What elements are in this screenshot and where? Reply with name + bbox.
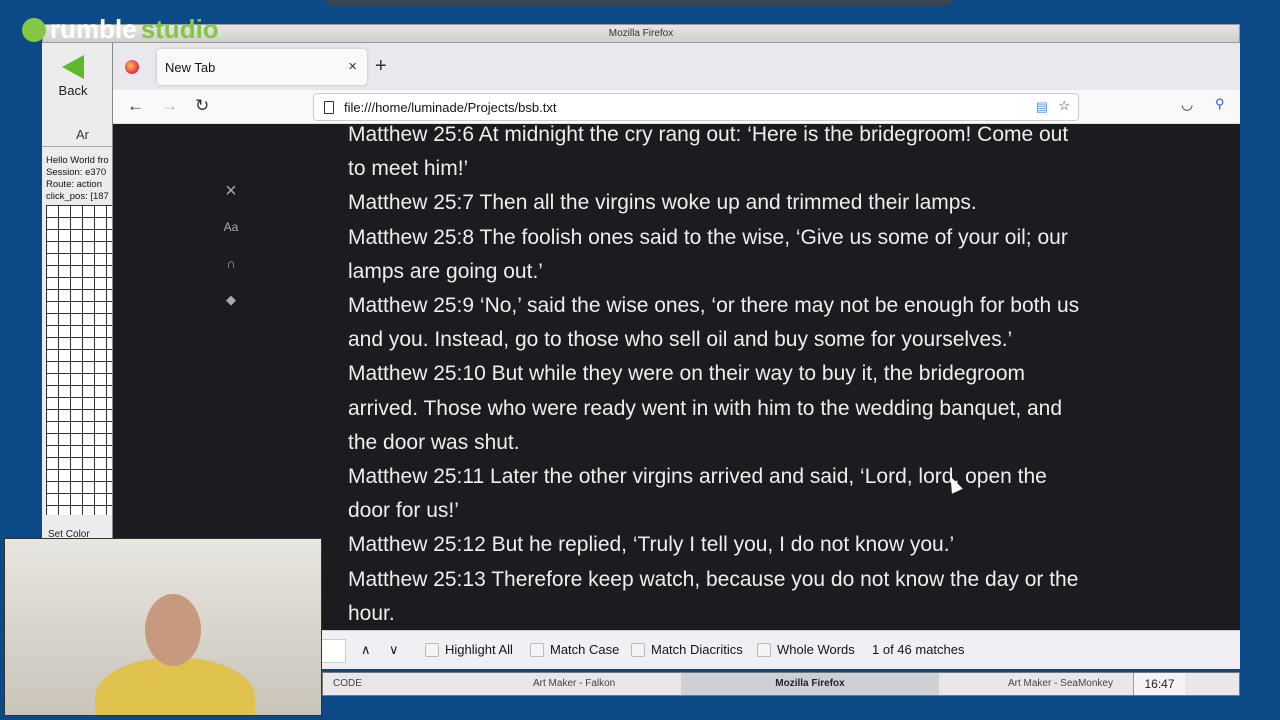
bookmark-star-icon[interactable]: ☆	[1058, 98, 1070, 114]
headphones-icon[interactable]: ∩	[221, 256, 241, 271]
new-tab-button[interactable]: +	[375, 55, 387, 78]
forward-icon[interactable]: →	[161, 96, 178, 116]
webcam-overlay	[4, 538, 322, 716]
reader-view-icon[interactable]: ▤	[1036, 99, 1048, 115]
verse: Matthew 25:12 But he replied, ‘Truly I t…	[348, 533, 955, 557]
page-icon	[324, 101, 334, 114]
verse: Matthew 25:6 At midnight the cry rang ou…	[348, 124, 1069, 181]
pixel-grid[interactable]	[46, 205, 112, 515]
window-titlebar: Mozilla Firefox	[42, 24, 1240, 43]
highlight-all-checkbox[interactable]: Highlight All	[425, 642, 513, 657]
document-text: Matthew 25:6 At midnight the cry rang ou…	[348, 124, 1088, 630]
verse: Matthew 25:9 ‘No,’ said the wise ones, ‘…	[348, 294, 1080, 352]
rumble-studio-logo: rumble studio	[22, 14, 219, 45]
seamonkey-window: Back Ar Hello World fro Session: e370 Ro…	[42, 43, 113, 540]
pocket-save-icon[interactable]: ◆	[221, 292, 241, 308]
match-diacritics-checkbox[interactable]: Match Diacritics	[631, 642, 743, 657]
whole-words-checkbox[interactable]: Whole Words	[757, 642, 855, 657]
match-count: 1 of 46 matches	[872, 642, 965, 657]
url-bar[interactable]: file:///home/luminade/Projects/bsb.txt ▤…	[313, 93, 1079, 121]
tab-bar: New Tab × +	[113, 43, 1240, 90]
reload-icon[interactable]: ↻	[195, 96, 209, 116]
firefox-icon[interactable]	[125, 60, 139, 74]
close-tab-icon[interactable]: ×	[348, 58, 357, 75]
nav-bar: ← → ↻ file:///home/luminade/Projects/bsb…	[113, 90, 1240, 124]
verse: Matthew 25:7 Then all the virgins woke u…	[348, 191, 977, 215]
pocket-icon[interactable]: ◡	[1181, 96, 1193, 113]
type-controls-icon[interactable]: Aa	[221, 220, 241, 234]
verse: Matthew 25:11 Later the other virgins ar…	[348, 465, 1047, 523]
clock: 16:47	[1133, 673, 1185, 695]
taskbar-item-falkon[interactable]: Art Maker - Falkon	[453, 673, 683, 695]
find-input[interactable]	[322, 639, 346, 663]
search-icon[interactable]: ⚲	[1215, 96, 1225, 112]
sidebar-tab[interactable]: Ar	[42, 123, 112, 147]
taskbar-item-firefox[interactable]: Mozilla Firefox	[681, 673, 939, 695]
back-button[interactable]: Back	[48, 55, 98, 98]
back-icon[interactable]: ←	[127, 96, 144, 116]
verse: Matthew 25:8 The foolish ones said to th…	[348, 225, 1068, 283]
taskbar: CODE Art Maker - Falkon Mozilla Firefox …	[322, 672, 1240, 696]
back-arrow-icon	[62, 55, 84, 79]
play-icon	[22, 17, 46, 42]
verse: Matthew 25:10 But while they were on the…	[348, 362, 1063, 454]
taskbar-item-code[interactable]: CODE	[333, 673, 362, 695]
close-reader-icon[interactable]: ×	[221, 180, 241, 203]
tab-new-tab[interactable]: New Tab ×	[157, 49, 367, 85]
verse: Matthew 25:13 Therefore keep watch, beca…	[348, 567, 1079, 625]
match-case-checkbox[interactable]: Match Case	[530, 642, 619, 657]
top-panel	[326, 0, 952, 5]
find-previous-button[interactable]: ∧	[361, 642, 371, 658]
taskbar-item-seamonkey[interactable]: Art Maker - SeaMonkey	[943, 673, 1133, 695]
find-next-button[interactable]: ∨	[389, 642, 399, 658]
info-text: Hello World fro Session: e370 Route: act…	[46, 155, 109, 202]
